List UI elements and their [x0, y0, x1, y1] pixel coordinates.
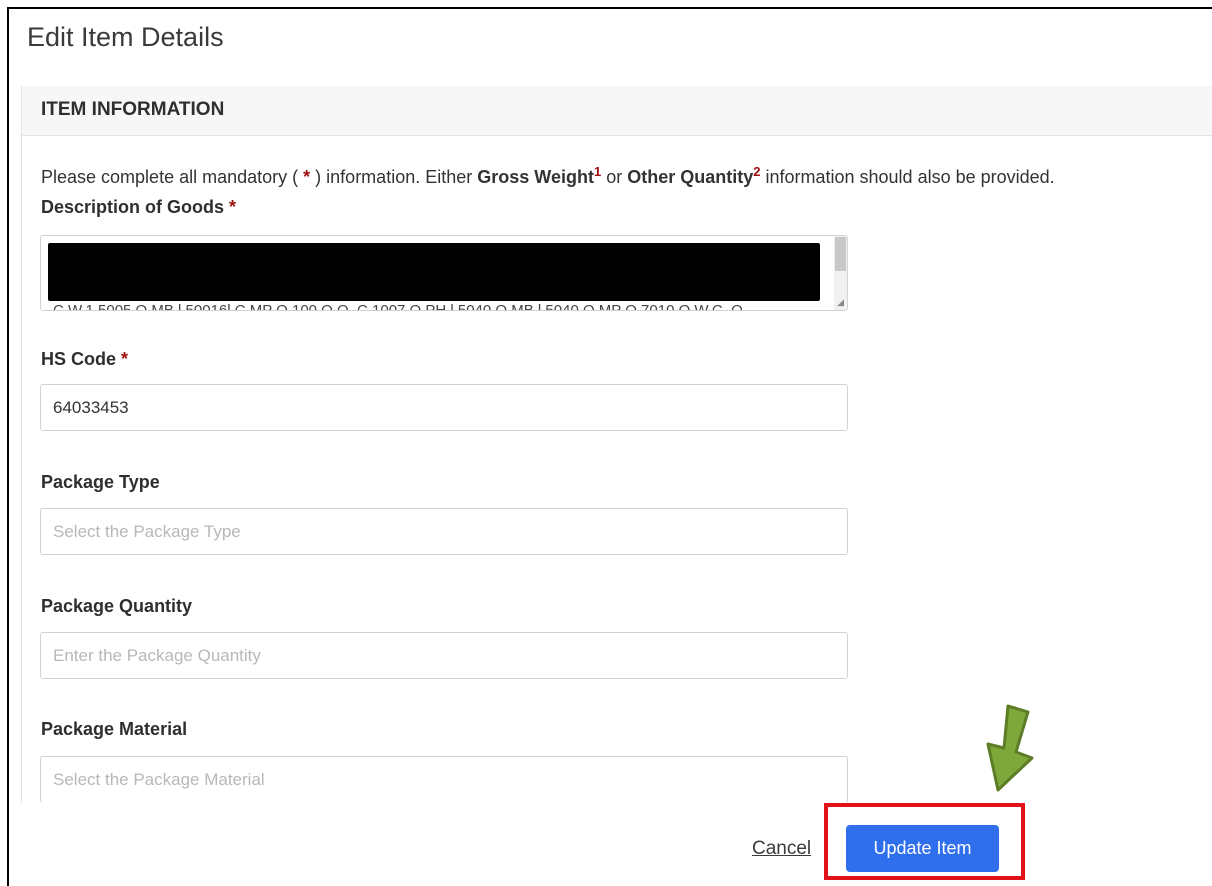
highlight-box [824, 803, 1025, 880]
gross-weight-term: Gross Weight [477, 167, 594, 187]
hs-code-input[interactable] [40, 384, 848, 431]
package-quantity-label: Package Quantity [41, 596, 193, 616]
required-asterisk: * [303, 167, 311, 187]
description-label: Description of Goods * [41, 197, 236, 218]
instructions-text: Please complete all mandatory ( * ) info… [41, 164, 1055, 188]
description-label-text: Description of Goods [41, 197, 225, 217]
required-asterisk: * [229, 197, 237, 217]
package-quantity-input[interactable] [40, 632, 848, 679]
scrollbar-thumb[interactable] [835, 237, 846, 271]
intro-or: or [606, 167, 623, 187]
other-quantity-term: Other Quantity [627, 167, 754, 187]
resize-grip-icon[interactable]: ◢ [837, 298, 844, 307]
required-asterisk: * [121, 349, 129, 369]
pointer-arrow-icon [986, 704, 1034, 792]
form-clip [21, 803, 821, 815]
footnote-1: 1 [593, 164, 602, 179]
hs-code-label: HS Code * [41, 349, 128, 370]
footnote-2: 2 [753, 164, 761, 179]
description-text-tail: C W.1 5005 O MB.l 50016l C MP O 100 O O.… [53, 302, 743, 311]
intro-suffix: information should also be provided. [765, 167, 1055, 187]
redacted-block [48, 243, 820, 301]
package-type-label: Package Type [41, 472, 160, 492]
section-title: ITEM INFORMATION [41, 99, 225, 120]
dialog-title: Edit Item Details [27, 22, 224, 52]
section-header: ITEM INFORMATION [21, 86, 1212, 136]
intro-mid: ) information. Either [315, 167, 473, 187]
cancel-link[interactable]: Cancel [752, 838, 811, 860]
intro-prefix: Please complete all mandatory ( [41, 167, 299, 187]
package-type-select[interactable] [40, 508, 848, 555]
package-material-select[interactable] [40, 756, 848, 803]
description-textarea[interactable]: C W.1 5005 O MB.l 50016l C MP O 100 O O.… [40, 235, 848, 311]
package-material-label: Package Material [41, 719, 188, 739]
hs-code-label-text: HS Code [41, 349, 117, 369]
